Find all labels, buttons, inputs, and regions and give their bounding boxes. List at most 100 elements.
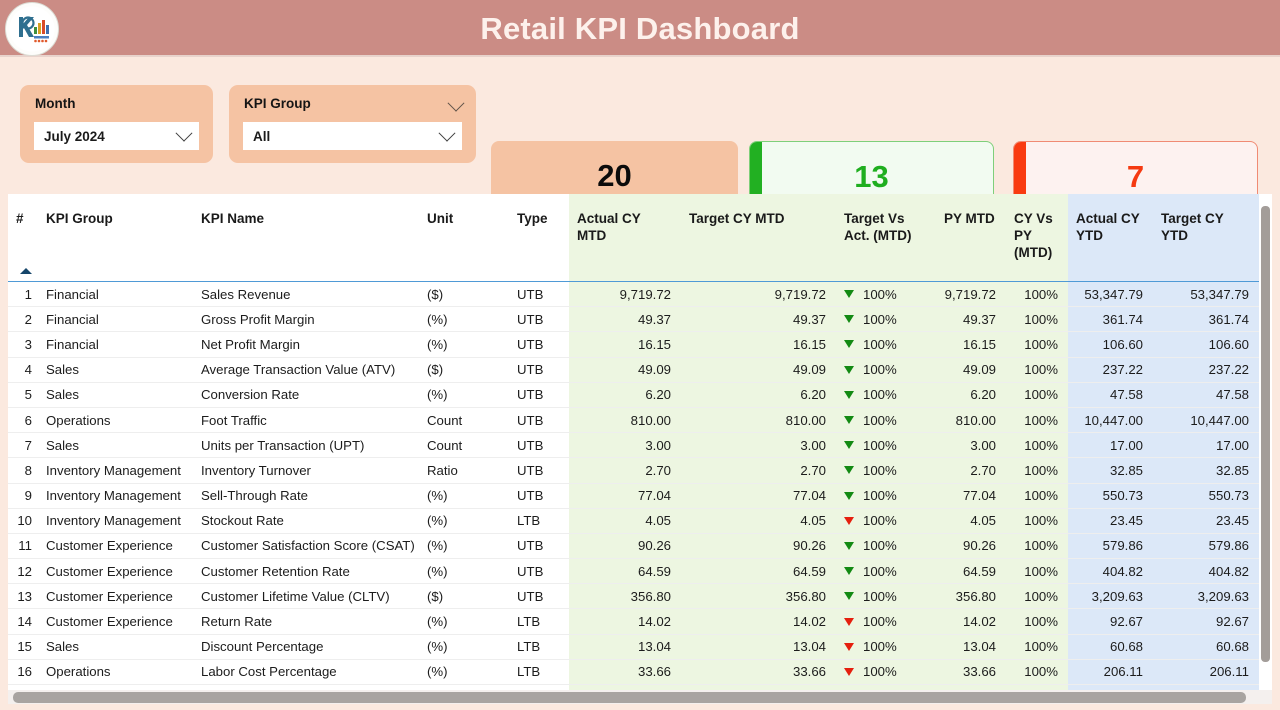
header-py-mtd[interactable]: PY MTD xyxy=(936,194,1006,261)
table-row[interactable]: 10 Inventory Management Stockout Rate (%) LT… xyxy=(8,508,1259,534)
table-row[interactable]: 16 Operations Labor Cost Percentage (%) LTB 3… xyxy=(8,659,1259,686)
row-index: 10 xyxy=(8,508,38,534)
table-row[interactable]: 1 Financial Sales Revenue ($) UTB 9,719.72 9,7… xyxy=(8,281,1259,308)
cell-actual-cy-ytd: 237.22 xyxy=(1068,357,1153,383)
cell-actual-cy-mtd: 6.20 xyxy=(569,382,681,408)
header-index[interactable]: # xyxy=(8,194,38,261)
cell-unit: (%) xyxy=(419,508,509,534)
kpi-group-expand-chevron-down-icon[interactable] xyxy=(447,94,465,117)
header-actual-cy-mtd[interactable]: Actual CY MTD xyxy=(569,194,681,261)
cell-cy-vs-py: 100% xyxy=(1006,583,1068,610)
cell-kpi-group: Operations xyxy=(38,407,193,434)
cell-unit: (%) xyxy=(419,306,509,333)
cell-type: UTB xyxy=(509,331,569,358)
cell-kpi-group: Customer Experience xyxy=(38,583,193,610)
page-header: Retail KPI Dashboard xyxy=(0,0,1280,57)
table-row[interactable]: 6 Operations Foot Traffic Count UTB 810.00 810… xyxy=(8,407,1259,434)
trend-down-good-icon xyxy=(844,541,854,550)
cell-cy-vs-py: 100% xyxy=(1006,281,1068,308)
horizontal-scrollbar-thumb[interactable] xyxy=(13,692,1246,703)
target-vs-act-percent: 100% xyxy=(863,614,897,630)
table-row[interactable]: 12 Customer Experience Customer Retention … xyxy=(8,558,1259,585)
page-title: Retail KPI Dashboard xyxy=(480,11,800,46)
row-index: 6 xyxy=(8,407,38,434)
header-target-vs-act-mtd[interactable]: Target Vs Act. (MTD) xyxy=(836,194,936,261)
cell-actual-cy-mtd: 3.00 xyxy=(569,432,681,459)
kpi-group-slicer[interactable]: KPI Group All xyxy=(229,85,476,163)
cell-py-mtd: 33.66 xyxy=(936,659,1006,686)
table-row[interactable]: 3 Financial Net Profit Margin (%) UTB 16.15 16… xyxy=(8,331,1259,358)
cell-unit: ($) xyxy=(419,357,509,383)
mtd-target-meet-value: 13 xyxy=(854,159,889,194)
table-row[interactable]: 13 Customer Experience Customer Lifetime V… xyxy=(8,583,1259,610)
table-row[interactable]: 2 Financial Gross Profit Margin (%) UTB 49.37… xyxy=(8,306,1259,333)
cell-actual-cy-ytd: 53,347.79 xyxy=(1068,281,1153,308)
target-vs-act-percent: 100% xyxy=(863,563,897,579)
target-vs-act-percent: 100% xyxy=(863,311,897,327)
header-kpi-group[interactable]: KPI Group xyxy=(38,194,193,261)
header-cy-vs-py-mtd[interactable]: CY Vs PY (MTD) xyxy=(1006,194,1068,261)
cell-actual-cy-ytd: 23.45 xyxy=(1068,508,1153,534)
cell-cy-vs-py: 100% xyxy=(1006,659,1068,686)
vertical-scrollbar-thumb[interactable] xyxy=(1261,206,1270,662)
cell-py-mtd: 810.00 xyxy=(936,407,1006,434)
header-target-cy-mtd[interactable]: Target CY MTD xyxy=(681,194,836,261)
cell-py-mtd: 64.59 xyxy=(936,558,1006,585)
vertical-scrollbar[interactable] xyxy=(1261,196,1270,678)
cell-kpi-name: Sell-Through Rate xyxy=(193,483,419,509)
header-type[interactable]: Type xyxy=(509,194,569,261)
target-vs-act-percent: 100% xyxy=(863,639,897,655)
cell-actual-cy-ytd: 106.60 xyxy=(1068,331,1153,358)
cell-actual-cy-mtd: 49.09 xyxy=(569,357,681,383)
cell-target-vs-act-mtd: 100% xyxy=(836,508,936,534)
cell-kpi-name: Units per Transaction (UPT) xyxy=(193,432,419,459)
mtd-target-missed-value: 7 xyxy=(1126,159,1145,194)
cell-kpi-group: Sales xyxy=(38,432,193,459)
cell-py-mtd: 16.15 xyxy=(936,331,1006,358)
cell-kpi-name: Sales Revenue xyxy=(193,281,419,308)
cell-actual-cy-mtd: 356.80 xyxy=(569,583,681,610)
table-row[interactable]: 15 Sales Discount Percentage (%) LTB 13.04 13.… xyxy=(8,634,1259,660)
kpi-group-dropdown[interactable]: All xyxy=(243,122,462,150)
cell-kpi-group: Financial xyxy=(38,306,193,333)
header-target-cy-ytd[interactable]: Target CY YTD xyxy=(1153,194,1259,261)
cell-actual-cy-ytd: 17.00 xyxy=(1068,432,1153,459)
cell-target-vs-act-mtd: 100% xyxy=(836,583,936,610)
sort-ascending-icon[interactable] xyxy=(8,261,38,282)
table-row[interactable]: 4 Sales Average Transaction Value (ATV) ($)… xyxy=(8,357,1259,383)
table-row[interactable]: 8 Inventory Management Inventory Turnover R… xyxy=(8,457,1259,484)
table-row[interactable]: 5 Sales Conversion Rate (%) UTB 6.20 6.20 100% 6… xyxy=(8,382,1259,408)
cell-cy-vs-py: 100% xyxy=(1006,331,1068,358)
cell-target-vs-act-mtd: 100% xyxy=(836,457,936,484)
target-vs-act-percent: 100% xyxy=(863,387,897,403)
cell-target-cy-ytd: 3,209.63 xyxy=(1153,583,1259,610)
target-vs-act-percent: 100% xyxy=(863,588,897,604)
kpi-table: # KPI Group KPI Name Unit Type Actual CY… xyxy=(8,194,1259,704)
table-row[interactable]: 9 Inventory Management Sell-Through Rate (%… xyxy=(8,483,1259,509)
table-row[interactable]: 14 Customer Experience Return Rate (%) LTB 14… xyxy=(8,608,1259,635)
header-actual-cy-ytd[interactable]: Actual CY YTD xyxy=(1068,194,1153,261)
cell-kpi-name: Discount Percentage xyxy=(193,634,419,660)
cell-py-mtd: 9,719.72 xyxy=(936,281,1006,308)
header-unit[interactable]: Unit xyxy=(419,194,509,261)
month-dropdown[interactable]: July 2024 xyxy=(34,122,199,150)
cell-py-mtd: 13.04 xyxy=(936,634,1006,660)
cell-target-cy-mtd: 3.00 xyxy=(681,432,836,459)
row-index: 14 xyxy=(8,608,38,635)
trend-down-bad-icon xyxy=(844,617,854,626)
target-vs-act-percent: 100% xyxy=(863,462,897,478)
cell-target-cy-mtd: 16.15 xyxy=(681,331,836,358)
chevron-down-icon[interactable] xyxy=(175,124,199,142)
chevron-down-icon[interactable] xyxy=(438,124,462,142)
cell-target-cy-ytd: 206.11 xyxy=(1153,659,1259,686)
header-kpi-name[interactable]: KPI Name xyxy=(193,194,419,261)
row-index: 4 xyxy=(8,357,38,383)
month-slicer[interactable]: Month July 2024 xyxy=(20,85,213,163)
row-index: 1 xyxy=(8,281,38,308)
cell-kpi-group: Operations xyxy=(38,659,193,686)
cell-unit: (%) xyxy=(419,558,509,585)
table-row[interactable]: 11 Customer Experience Customer Satisfacti… xyxy=(8,533,1259,560)
table-row[interactable]: 7 Sales Units per Transaction (UPT) Count UT… xyxy=(8,432,1259,459)
cell-type: UTB xyxy=(509,281,569,308)
horizontal-scrollbar[interactable] xyxy=(8,690,1272,704)
